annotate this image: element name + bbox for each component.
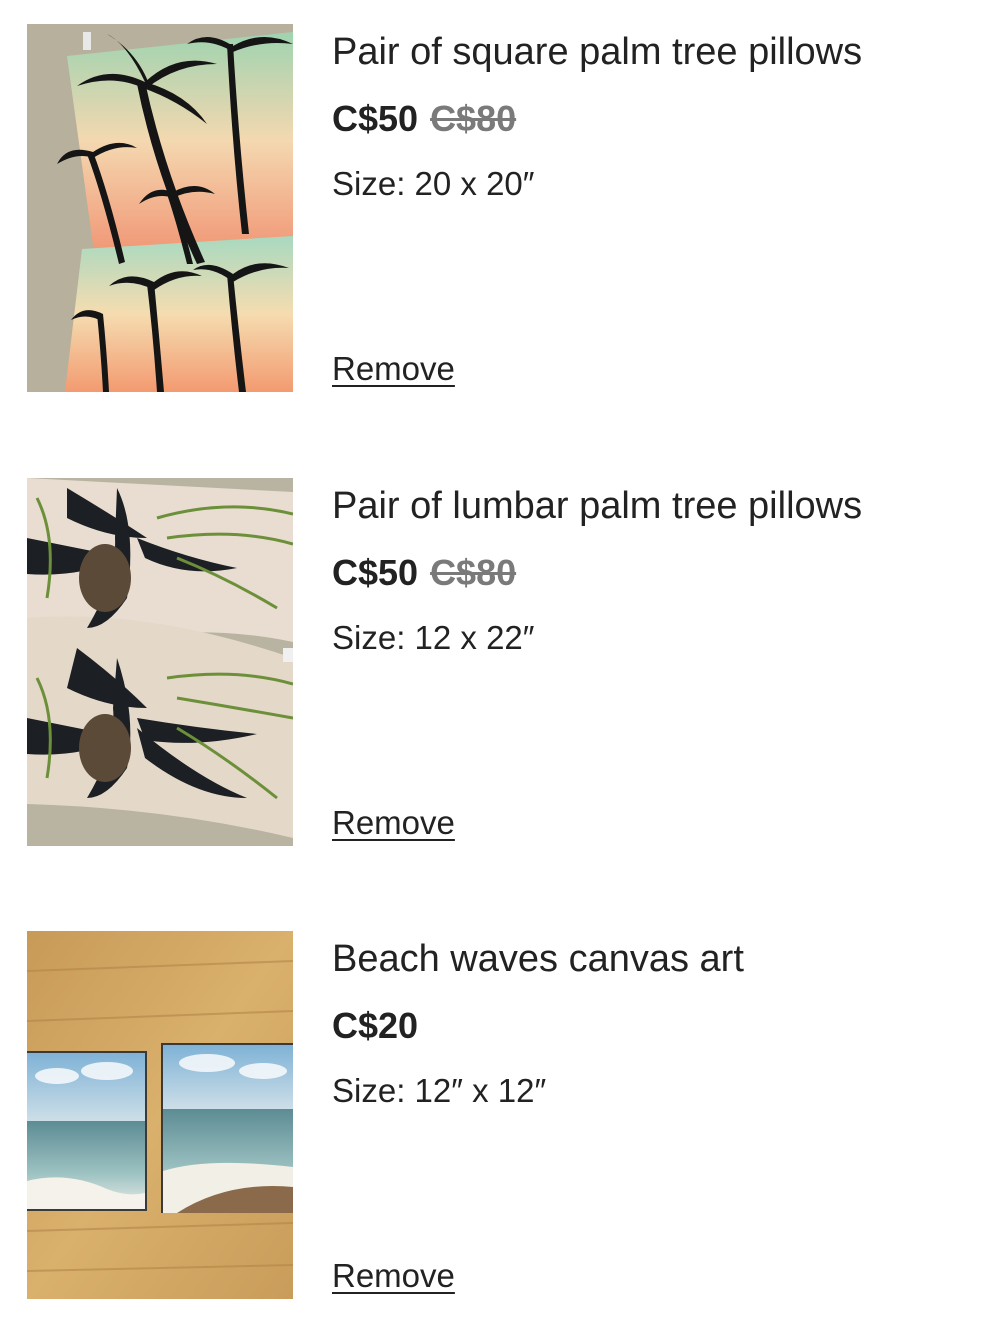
item-info: Pair of square palm tree pillows C$50 C$8… <box>332 24 972 392</box>
cart-item: Pair of lumbar palm tree pillows C$50 C$8… <box>0 478 1000 848</box>
price-row: C$20 <box>332 1005 418 1047</box>
remove-button[interactable]: Remove <box>332 349 455 389</box>
original-price: C$80 <box>430 552 517 593</box>
product-image[interactable] <box>27 931 293 1299</box>
item-title[interactable]: Pair of square palm tree pillows <box>332 30 862 74</box>
item-size: Size: 12 x 22″ <box>332 619 535 656</box>
remove-button[interactable]: Remove <box>332 803 455 843</box>
sale-price: C$50 <box>332 98 419 139</box>
item-size: Size: 12″ x 12″ <box>332 1072 547 1109</box>
product-image[interactable] <box>27 478 293 846</box>
product-image[interactable] <box>27 24 293 392</box>
item-info: Pair of lumbar palm tree pillows C$50 C$8… <box>332 478 972 846</box>
item-title[interactable]: Pair of lumbar palm tree pillows <box>332 484 862 528</box>
item-title[interactable]: Beach waves canvas art <box>332 937 744 981</box>
sale-price: C$50 <box>332 552 419 593</box>
remove-button[interactable]: Remove <box>332 1256 455 1296</box>
cart-item: Pair of square palm tree pillows C$50 C$8… <box>0 24 1000 394</box>
item-size: Size: 20 x 20″ <box>332 165 535 202</box>
cart-item-list: Pair of square palm tree pillows C$50 C$8… <box>0 0 1000 1333</box>
price-row: C$50 C$80 <box>332 552 516 594</box>
original-price: C$80 <box>430 98 517 139</box>
price-row: C$50 C$80 <box>332 98 516 140</box>
item-info: Beach waves canvas art C$20 Size: 12″ x … <box>332 931 972 1299</box>
sale-price: C$20 <box>332 1005 419 1046</box>
cart-item: Beach waves canvas art C$20 Size: 12″ x … <box>0 931 1000 1301</box>
